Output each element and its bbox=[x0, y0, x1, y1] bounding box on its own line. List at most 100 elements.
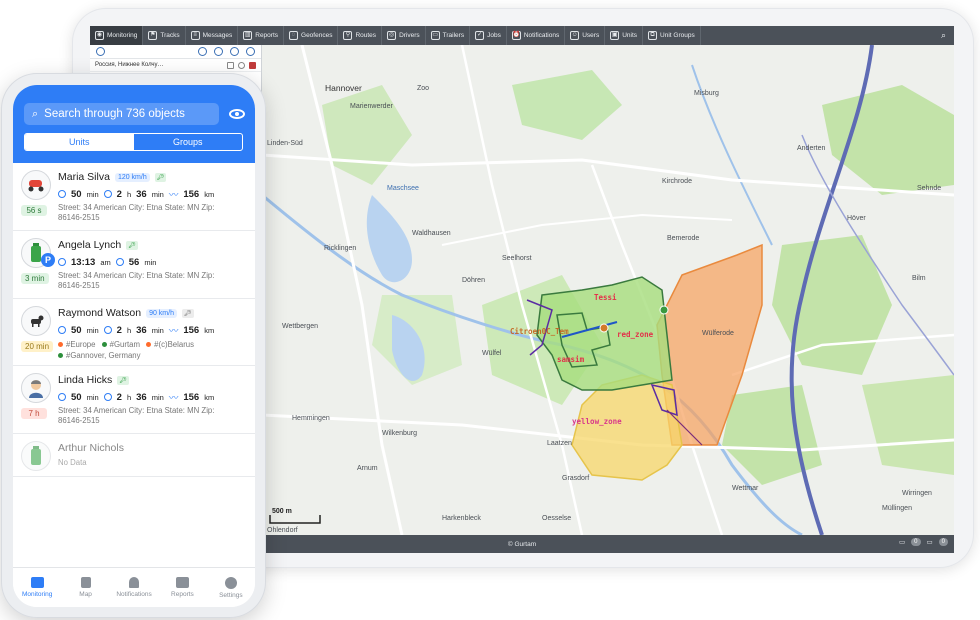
map-place-label: Kirchrode bbox=[662, 178, 692, 185]
unit-stats: 50 min 2 h 36 min 〰 156 km bbox=[58, 324, 249, 337]
trailer-count-badge: 0 bbox=[938, 538, 948, 546]
map-place-label: Wülfel bbox=[482, 350, 502, 357]
tag: #Gannover, Germany bbox=[58, 351, 141, 360]
tab-tracks[interactable]: ⚑ Tracks bbox=[143, 26, 186, 45]
chart-icon: ▥ bbox=[243, 31, 253, 40]
map-view[interactable]: Hannover Marienwerder Zoo Misburg Andert… bbox=[262, 45, 954, 535]
key-icon: 🔑︎ bbox=[154, 172, 167, 182]
search-icon[interactable]: ⌕ bbox=[933, 30, 954, 41]
map-place-label: Laatzen bbox=[547, 440, 572, 447]
monitor-icon[interactable] bbox=[246, 47, 255, 56]
panel-unit-row[interactable]: Россия, Нижнее Колчу… bbox=[90, 59, 261, 72]
phone-screen: ⌕ Search through 736 objects Units Group… bbox=[13, 85, 255, 607]
nav-notifications[interactable]: Notifications bbox=[110, 568, 158, 607]
map-place-label: Bilm bbox=[912, 275, 926, 282]
tab-routes[interactable]: ⚲ Routes bbox=[338, 26, 383, 45]
map-place-label: Arnum bbox=[357, 465, 378, 472]
stat-value: 56 bbox=[128, 256, 140, 268]
tab-label: Drivers bbox=[399, 32, 420, 39]
tab-geofences[interactable]: ◌ Geofences bbox=[284, 26, 339, 45]
status-badge: 3 min bbox=[21, 273, 49, 284]
nav-monitoring[interactable]: Monitoring bbox=[13, 568, 61, 607]
tab-label: Messages bbox=[202, 32, 233, 39]
connection-icon[interactable] bbox=[214, 47, 223, 56]
tab-notifications[interactable]: ⏰ Notifications bbox=[507, 26, 566, 45]
checkbox[interactable] bbox=[227, 61, 234, 69]
status-badge: 20 min bbox=[21, 341, 54, 352]
map-place-label: Grasdorf bbox=[562, 475, 590, 482]
scale-label: 500 m bbox=[272, 508, 292, 515]
clock-icon bbox=[115, 258, 124, 266]
geofence-label: samsim bbox=[557, 355, 585, 364]
tab-groups[interactable]: Groups bbox=[134, 134, 243, 150]
tab-label: Units bbox=[622, 32, 638, 39]
nav-settings[interactable]: Settings bbox=[207, 568, 255, 607]
unit-list-item[interactable]: P 3 min Angela Lynch 🔑︎ 13:13 am 56 min Str… bbox=[13, 231, 255, 299]
speed-badge: 90 km/h bbox=[146, 308, 177, 318]
tab-trailers[interactable]: ▭ Trailers bbox=[426, 26, 471, 45]
clipboard-icon: ✓ bbox=[475, 31, 485, 40]
status-badge: 7 h bbox=[21, 408, 47, 419]
target-icon[interactable] bbox=[96, 47, 105, 56]
unit-list-item[interactable]: 7 h Linda Hicks 🔑︎ 50 min 2 h 36 min 〰 156 km S… bbox=[13, 366, 255, 434]
unit-name: Maria Silva bbox=[58, 171, 110, 183]
tab-unit-groups[interactable]: ⧉ Unit Groups bbox=[643, 26, 701, 45]
eye-icon[interactable] bbox=[229, 109, 245, 119]
route-icon: ⚲ bbox=[343, 31, 353, 40]
tag: #Europe bbox=[58, 340, 95, 349]
nav-reports[interactable]: Reports bbox=[158, 568, 206, 607]
map-place-label: Marienwerder bbox=[350, 103, 393, 110]
stat-value: 13:13 bbox=[71, 256, 96, 268]
visibility-icon[interactable] bbox=[198, 47, 207, 56]
map-place-label: Wilkenburg bbox=[382, 430, 418, 437]
panel-unit-name: Россия, Нижнее Колчу… bbox=[95, 62, 164, 68]
unit-marker[interactable] bbox=[659, 305, 669, 315]
stat-unit: am bbox=[100, 257, 111, 267]
lake bbox=[366, 195, 412, 283]
play-icon bbox=[58, 190, 66, 198]
tab-label: Monitoring bbox=[107, 32, 138, 39]
nav-label: Notifications bbox=[116, 591, 152, 598]
search-input[interactable]: ⌕ Search through 736 objects bbox=[24, 103, 219, 125]
unit-marker[interactable] bbox=[599, 323, 609, 333]
map-place-label: Wettmar bbox=[732, 485, 759, 492]
map-place-label: Hannover bbox=[325, 83, 362, 93]
tab-label: Geofences bbox=[301, 32, 333, 39]
stat-value: 36 bbox=[136, 188, 147, 200]
unit-name: Linda Hicks bbox=[58, 374, 113, 386]
stat-unit: km bbox=[204, 325, 215, 335]
tab-monitoring[interactable]: ◉ Monitoring bbox=[90, 26, 144, 45]
tab-units[interactable]: Units bbox=[25, 134, 134, 150]
unit-groups-icon: ⧉ bbox=[648, 31, 658, 40]
map-place-label: Döhren bbox=[462, 277, 485, 284]
trailer-icon: ▭ bbox=[430, 31, 440, 40]
tab-jobs[interactable]: ✓ Jobs bbox=[470, 26, 507, 45]
play-icon bbox=[58, 393, 66, 401]
tab-users[interactable]: ☺ Users bbox=[565, 26, 606, 45]
map-place-label: Seelhorst bbox=[502, 255, 532, 262]
tab-drivers[interactable]: ◎ Drivers bbox=[382, 26, 426, 45]
stat-value: 2 bbox=[116, 391, 122, 403]
satellite-icon[interactable] bbox=[230, 47, 239, 56]
trend-icon: 〰 bbox=[168, 190, 179, 201]
tab-units[interactable]: ▣ Units bbox=[605, 26, 644, 45]
tab-reports[interactable]: ▥ Reports bbox=[238, 26, 285, 45]
key-icon: 🔑︎ bbox=[181, 308, 194, 318]
park-area bbox=[322, 85, 412, 185]
stat-unit: km bbox=[204, 392, 215, 402]
unit-stats: 50 min 2 h 36 min 〰 156 km bbox=[58, 391, 249, 404]
tab-label: Notifications bbox=[523, 32, 560, 39]
map-place-label: Zoo bbox=[417, 85, 430, 92]
unit-list-item[interactable]: 56 s Maria Silva 120 km/h 🔑︎ 50 min 2 h 36 min… bbox=[13, 163, 255, 231]
scale-bar bbox=[269, 515, 321, 524]
unit-list-item[interactable]: Arthur Nichols No Data bbox=[13, 434, 255, 477]
stat-value: 156 bbox=[183, 188, 200, 200]
tab-messages[interactable]: ≡ Messages bbox=[186, 26, 239, 45]
nav-map[interactable]: Map bbox=[61, 568, 109, 607]
phone-device: ⌕ Search through 736 objects Units Group… bbox=[1, 73, 266, 618]
map-place-label: Wülferode bbox=[702, 330, 734, 337]
trailer-icon[interactable]: ▭ bbox=[927, 538, 933, 546]
unit-list-item[interactable]: 20 min Raymond Watson 90 km/h 🔑︎ 50 min 2h3… bbox=[13, 299, 255, 366]
messages-icon[interactable]: ▭ bbox=[899, 538, 905, 546]
stat-unit: min bbox=[151, 392, 164, 402]
